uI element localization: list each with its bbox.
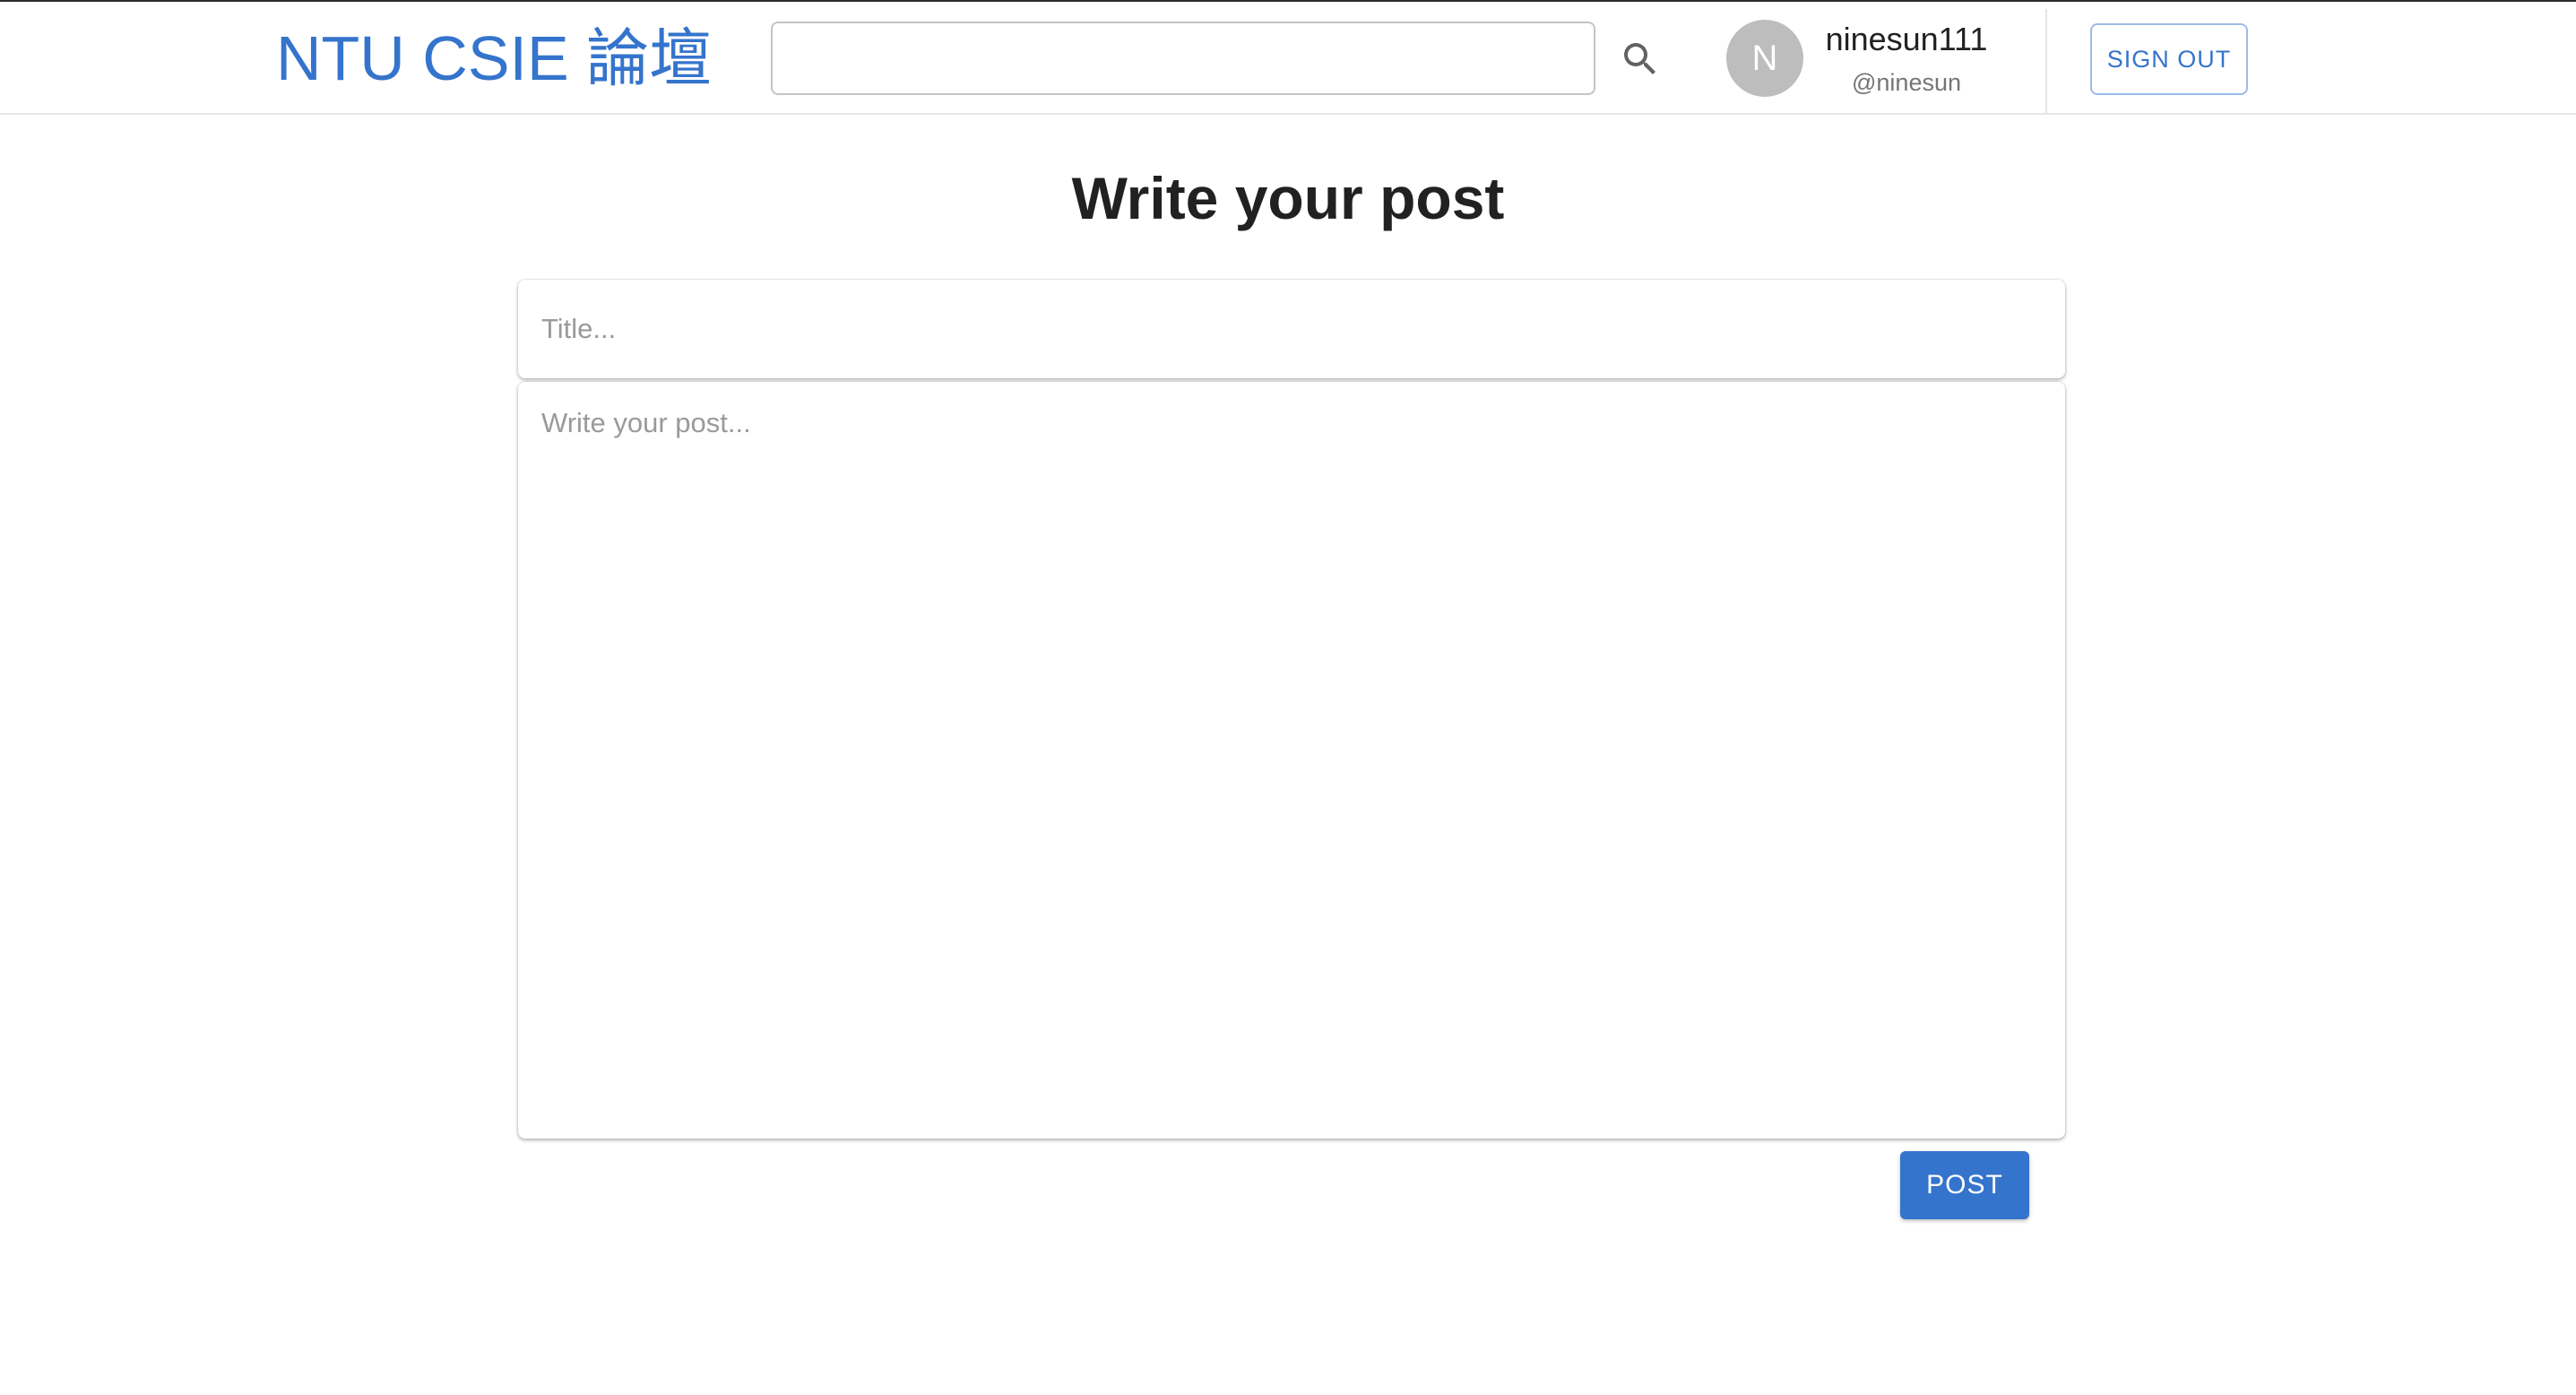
user-display-name: ninesun111 (1825, 21, 1988, 57)
user-handle: @ninesun (1852, 69, 1961, 96)
post-title-input[interactable] (518, 280, 2065, 378)
avatar[interactable]: N (1726, 20, 1803, 97)
header-divider (2045, 9, 2047, 113)
page-title: Write your post (1071, 165, 1505, 231)
brand-title[interactable]: NTU CSIE 論壇 (276, 18, 712, 99)
post-button[interactable]: POST (1900, 1151, 2029, 1219)
search-input[interactable] (771, 22, 1595, 95)
title-card (518, 280, 2065, 378)
post-body-textarea[interactable] (518, 382, 2065, 1139)
app-header: NTU CSIE 論壇 N ninesun111 @ninesun SIGN O… (0, 2, 2576, 115)
body-card (518, 382, 2065, 1139)
sign-out-button[interactable]: SIGN OUT (2090, 23, 2248, 95)
search-icon (1624, 43, 1655, 74)
search-button[interactable] (1613, 32, 1667, 86)
